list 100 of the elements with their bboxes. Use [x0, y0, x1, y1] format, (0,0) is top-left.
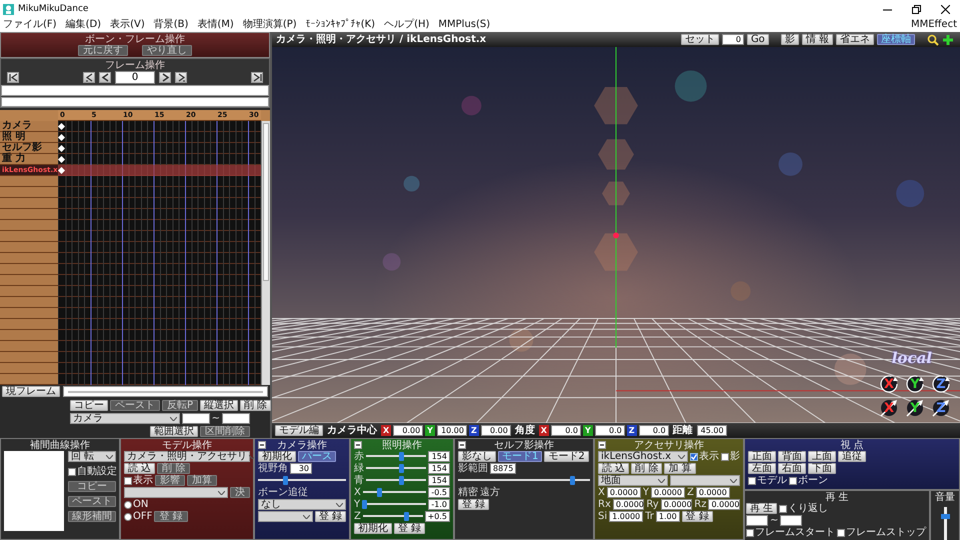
- input-field[interactable]: 45.00: [696, 425, 727, 436]
- menu-item[interactable]: 物理演算(P): [242, 19, 297, 31]
- checkbox[interactable]: ボーン: [789, 475, 828, 486]
- input-field[interactable]: 8875: [490, 463, 516, 474]
- tool-button[interactable]: モデル編: [275, 425, 323, 436]
- slider[interactable]: [366, 452, 426, 461]
- input-field[interactable]: 0.0000: [606, 487, 641, 498]
- rotate-handle[interactable]: Y: [904, 373, 926, 395]
- tool-button[interactable]: 右面: [778, 463, 806, 474]
- checkbox[interactable]: くり返し: [779, 503, 828, 514]
- radio-button[interactable]: ON: [124, 499, 148, 510]
- rotate-handle[interactable]: Z: [930, 373, 952, 395]
- tool-button[interactable]: 削 除: [240, 400, 272, 411]
- menu-item[interactable]: 表示(V): [110, 19, 145, 31]
- checkbox[interactable]: フレームスタート: [746, 527, 835, 538]
- input-field[interactable]: 1.0000: [609, 511, 644, 522]
- tool-button[interactable]: 座標軸: [877, 34, 915, 45]
- frame-nav-button[interactable]: [83, 72, 95, 83]
- input-field[interactable]: 154: [428, 451, 450, 462]
- tool-button[interactable]: 加 算: [664, 463, 696, 474]
- slider-thumb[interactable]: [570, 476, 575, 485]
- input-field[interactable]: 0.0000: [612, 499, 644, 510]
- dropdown[interactable]: なし: [258, 499, 346, 510]
- tool-button[interactable]: 登 録: [682, 511, 713, 522]
- input-field[interactable]: 30: [290, 463, 312, 474]
- input-field[interactable]: 0.0000: [660, 499, 692, 510]
- menu-item[interactable]: 表情(M): [197, 19, 234, 31]
- plugin-menu[interactable]: MMEffect: [910, 19, 957, 31]
- checkbox[interactable]: 表示: [124, 475, 153, 486]
- slider[interactable]: [258, 476, 346, 485]
- tool-button[interactable]: 背面: [778, 451, 806, 462]
- slider-thumb[interactable]: [282, 476, 288, 485]
- slider[interactable]: [362, 512, 423, 521]
- keyframe-grid[interactable]: [58, 121, 261, 385]
- dropdown[interactable]: カメラ: [70, 413, 180, 424]
- slider[interactable]: [458, 476, 590, 485]
- tool-button[interactable]: 初期化: [354, 523, 392, 534]
- tool-button[interactable]: Go: [746, 34, 769, 45]
- frame-nav-button[interactable]: [159, 72, 171, 83]
- slider[interactable]: [362, 500, 426, 509]
- tool-button[interactable]: 追従: [838, 451, 866, 462]
- tool-button[interactable]: 範囲選択: [150, 426, 198, 437]
- slider-thumb[interactable]: [940, 514, 950, 519]
- dropdown[interactable]: 回 転: [68, 451, 116, 462]
- input-field[interactable]: 1.00: [656, 511, 680, 522]
- checkbox[interactable]: モデル: [748, 475, 787, 486]
- tool-button[interactable]: モード2: [544, 451, 589, 462]
- checkbox[interactable]: 影: [721, 451, 740, 462]
- tool-button[interactable]: パース: [298, 451, 336, 462]
- frame-nav-button[interactable]: [99, 72, 111, 83]
- input-field[interactable]: 0.0000: [650, 487, 685, 498]
- tool-button[interactable]: 読 込: [598, 463, 630, 474]
- checkbox[interactable]: フレームストップ: [837, 527, 926, 538]
- menu-item[interactable]: ファイル(F): [3, 19, 57, 31]
- tool-button[interactable]: モード1: [498, 451, 542, 462]
- radio-button[interactable]: OFF: [124, 511, 152, 522]
- tool-button[interactable]: 左面: [748, 463, 776, 474]
- checkbox[interactable]: 自動設定: [68, 466, 117, 477]
- tool-button[interactable]: 正面: [748, 451, 776, 462]
- input-field[interactable]: [780, 515, 802, 526]
- input-field[interactable]: 0.0000: [708, 499, 740, 510]
- tool-button[interactable]: 現フレーム: [2, 386, 60, 397]
- checkbox[interactable]: 表示: [690, 451, 719, 462]
- horizontal-scrollbar[interactable]: [63, 386, 268, 397]
- slider-thumb[interactable]: [399, 452, 404, 461]
- slider[interactable]: [366, 476, 426, 485]
- menu-item[interactable]: 背景(B): [154, 19, 188, 31]
- tool-button[interactable]: 下面: [808, 463, 836, 474]
- rotate-handle[interactable]: X: [878, 373, 900, 395]
- input-field[interactable]: [182, 413, 210, 424]
- input-field[interactable]: 0.00: [393, 425, 424, 436]
- tool-button[interactable]: 縦選択: [200, 400, 238, 411]
- scrollbar[interactable]: [261, 121, 270, 385]
- bone-name-field[interactable]: [1, 85, 269, 96]
- tool-button[interactable]: 情 報: [802, 34, 833, 45]
- slider-thumb[interactable]: [377, 488, 382, 497]
- slider[interactable]: [362, 488, 426, 497]
- tool-button[interactable]: 登 録: [458, 499, 490, 510]
- tool-button[interactable]: 登 録: [314, 511, 346, 522]
- input-field[interactable]: -1.0: [428, 499, 450, 510]
- frame-nav-button[interactable]: [251, 72, 263, 83]
- tool-button[interactable]: コピー: [70, 400, 108, 411]
- tool-button[interactable]: セット: [680, 34, 719, 45]
- input-field[interactable]: 0.0: [638, 425, 669, 436]
- dropdown[interactable]: ikLensGhost.x: [598, 451, 688, 462]
- input-field[interactable]: 154: [428, 475, 450, 486]
- menu-item[interactable]: 編集(D): [66, 19, 102, 31]
- tool-button[interactable]: 削 除: [631, 463, 662, 474]
- tool-button[interactable]: 再 生: [746, 503, 778, 514]
- slider[interactable]: [366, 464, 426, 473]
- slider-thumb[interactable]: [404, 512, 409, 521]
- input-field[interactable]: [222, 413, 250, 424]
- input-field[interactable]: 0.0000: [696, 487, 730, 498]
- menu-item[interactable]: ﾓｰｼｮﾝｷｬﾌﾟﾁｬ(K): [306, 19, 376, 31]
- frame-number-field[interactable]: 0: [115, 71, 155, 84]
- tool-button[interactable]: 初期化: [258, 451, 296, 462]
- tool-button[interactable]: 影: [780, 34, 799, 45]
- tool-button[interactable]: 影なし: [458, 451, 496, 462]
- input-field[interactable]: 10.00: [436, 425, 467, 436]
- slider-thumb[interactable]: [362, 500, 368, 509]
